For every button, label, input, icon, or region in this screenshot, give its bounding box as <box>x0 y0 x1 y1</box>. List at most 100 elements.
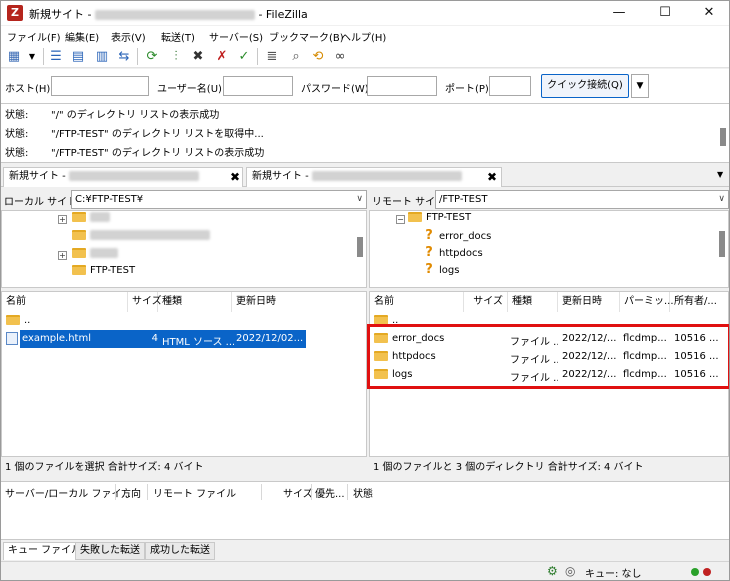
site-manager-icon[interactable]: ▦ <box>5 48 23 65</box>
directory-listing-filter-icon[interactable]: ≣ <box>263 48 281 65</box>
tree-item[interactable]: ? error_docs <box>422 229 491 246</box>
queue-col-size[interactable]: サイズ <box>283 485 313 500</box>
quickconnect-button[interactable]: クイック接続(Q) <box>541 74 629 98</box>
search-icon[interactable]: ⌕ <box>287 48 305 65</box>
local-site-label: ローカル サイト: <box>4 197 81 208</box>
toggle-remote-tree-icon[interactable]: ▥ <box>93 48 111 65</box>
binoculars-icon[interactable]: ∞ <box>331 48 349 65</box>
chevron-down-icon[interactable]: ∨ <box>718 191 725 208</box>
collapse-icon[interactable]: − <box>396 215 405 224</box>
site-tab[interactable]: 新規サイト - ✖ <box>246 167 502 187</box>
speed-limit-icon[interactable]: ◎ <box>565 564 575 578</box>
column-modified[interactable]: 更新日時 <box>558 292 620 312</box>
password-input[interactable] <box>367 76 437 96</box>
site-tab[interactable]: 新規サイト - ✖ <box>3 167 243 187</box>
unknown-folder-icon: ? <box>425 245 433 260</box>
host-label: ホスト(H): <box>5 84 54 95</box>
reconnect-icon[interactable]: ✓ <box>235 48 253 65</box>
redacted-host <box>311 171 462 181</box>
menu-bookmarks[interactable]: ブックマーク(B) <box>269 29 344 44</box>
column-permissions[interactable]: パーミッ... <box>620 292 674 312</box>
column-type[interactable]: 種類 <box>508 292 558 312</box>
file-row-selected[interactable]: example.html 4 HTML ソース ... 2022/12/02..… <box>4 330 306 348</box>
username-label: ユーザー名(U): <box>157 84 226 95</box>
tree-item[interactable] <box>72 230 210 247</box>
column-name[interactable]: 名前 <box>2 292 128 312</box>
quickconnect-history-dropdown[interactable]: ▼ <box>631 74 649 98</box>
menu-view[interactable]: 表示(V) <box>111 29 146 44</box>
log-message: "/" のディレクトリ リストの表示成功 <box>51 110 220 121</box>
sync-browse-icon[interactable]: ⟲ <box>309 48 327 65</box>
expand-icon[interactable]: + <box>58 251 67 260</box>
toolbar-separator <box>43 48 44 65</box>
log-label: 状態: <box>5 129 29 140</box>
queue-col-direction[interactable]: 方向 <box>121 485 141 500</box>
port-input[interactable] <box>489 76 531 96</box>
window-title-suffix: - FileZilla <box>254 8 308 21</box>
column-name[interactable]: 名前 <box>370 292 464 312</box>
menu-edit[interactable]: 編集(E) <box>65 29 99 44</box>
queue-col-local-file[interactable]: サーバー/ローカル ファイ... <box>5 485 131 500</box>
close-tab-icon[interactable]: ✖ <box>230 168 240 186</box>
toggle-log-icon[interactable]: ☰ <box>47 48 65 65</box>
local-tree-scrollbar[interactable] <box>354 211 366 287</box>
column-separator <box>347 484 348 500</box>
tree-item[interactable]: FTP-TEST <box>72 265 135 282</box>
local-status: 1 個のファイルを選択 合計サイズ: 4 バイト <box>5 459 365 477</box>
menu-transfer[interactable]: 転送(T) <box>161 29 195 44</box>
username-input[interactable] <box>223 76 293 96</box>
tree-item[interactable] <box>72 212 110 229</box>
tree-item[interactable] <box>72 248 118 265</box>
column-type[interactable]: 種類 <box>158 292 232 312</box>
tree-item[interactable]: ? httpdocs <box>422 245 482 263</box>
tree-item[interactable]: ? logs <box>422 263 459 280</box>
site-manager-dropdown-icon[interactable]: ▼ <box>23 48 41 65</box>
disconnect-icon[interactable]: ✗ <box>213 48 231 65</box>
refresh-icon[interactable]: ⟳ <box>143 48 161 65</box>
log-scroll-thumb[interactable] <box>720 128 726 146</box>
close-tab-icon[interactable]: ✖ <box>487 168 497 186</box>
scroll-thumb[interactable] <box>357 237 363 257</box>
local-path: C:¥FTP-TEST¥ <box>75 194 144 205</box>
remote-tree-scrollbar[interactable] <box>716 211 728 287</box>
scroll-thumb[interactable] <box>719 231 725 257</box>
filter-icon[interactable]: ⫶ <box>167 48 185 65</box>
host-input[interactable] <box>51 76 149 96</box>
toolbar-separator <box>137 48 138 65</box>
queue-col-status[interactable]: 状態 <box>353 485 373 500</box>
quickconnect-bar: ホスト(H): ユーザー名(U): パスワード(W): ポート(P): クイック… <box>1 69 729 103</box>
tree-item[interactable]: FTP-TEST <box>408 212 471 229</box>
expand-icon[interactable]: + <box>58 215 67 224</box>
maximize-button[interactable]: ☐ <box>643 1 687 25</box>
cancel-operation-icon[interactable]: ✖ <box>189 48 207 65</box>
toggle-local-tree-icon[interactable]: ▤ <box>69 48 87 65</box>
tree-item-label: logs <box>439 265 460 276</box>
queue-col-remote-file[interactable]: リモート ファイル <box>153 485 236 500</box>
toggle-queue-icon[interactable]: ⇆ <box>115 48 133 65</box>
minimize-button[interactable]: — <box>597 1 641 25</box>
menu-file[interactable]: ファイル(F) <box>7 29 61 44</box>
gear-icon[interactable]: ⚙ <box>547 564 558 578</box>
file-modified: 2022/12/02... <box>236 333 304 344</box>
remote-path-combo[interactable]: /FTP-TEST ∨ <box>435 190 729 209</box>
tab-successful-transfers[interactable]: 成功した転送 <box>145 542 215 560</box>
column-modified[interactable]: 更新日時 <box>232 292 366 312</box>
local-path-combo[interactable]: C:¥FTP-TEST¥ ∨ <box>71 190 367 209</box>
column-size[interactable]: サイズ <box>464 292 508 312</box>
queue-status: キュー: なし <box>585 569 642 580</box>
tab-queued-files[interactable]: キュー ファイル <box>3 542 87 560</box>
file-row-parent[interactable]: .. <box>4 312 304 330</box>
chevron-down-icon[interactable]: ∨ <box>356 191 363 208</box>
tab-failed-transfers[interactable]: 失敗した転送 <box>75 542 145 560</box>
folder-icon <box>72 230 86 240</box>
column-size[interactable]: サイズ <box>128 292 162 312</box>
menu-help[interactable]: ヘルプ(H) <box>341 29 386 44</box>
redacted-host <box>94 10 255 20</box>
log-message: "/FTP-TEST" のディレクトリ リストを取得中... <box>51 129 264 140</box>
column-owner[interactable]: 所有者/... <box>670 292 728 312</box>
close-button[interactable]: ✕ <box>687 1 729 25</box>
queue-col-priority[interactable]: 優先... <box>315 485 345 500</box>
log-scrollbar[interactable] <box>717 104 729 162</box>
tab-list-dropdown-icon[interactable]: ▼ <box>717 170 723 179</box>
menu-server[interactable]: サーバー(S) <box>209 29 263 44</box>
